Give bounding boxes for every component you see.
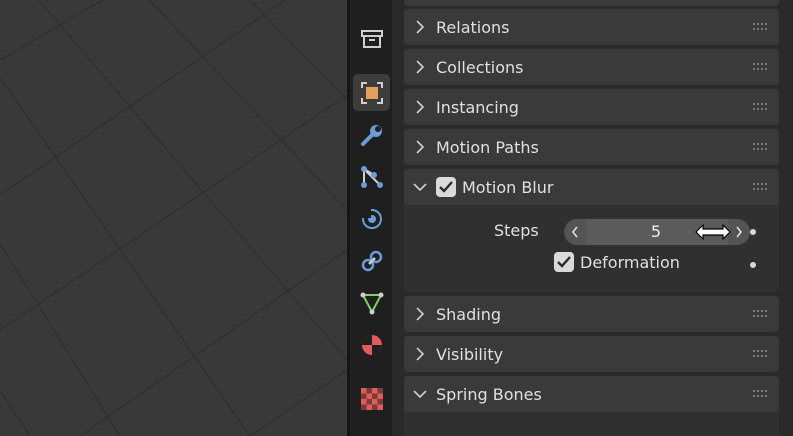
tab-object[interactable]: [353, 74, 390, 111]
deformation-toggle[interactable]: Deformation: [554, 252, 680, 272]
tab-modifiers[interactable]: [353, 116, 390, 153]
chevron-down-icon: [413, 183, 427, 192]
3d-viewport[interactable]: [0, 0, 347, 436]
constraint-icon: [361, 250, 382, 271]
wrench-icon: [360, 124, 382, 146]
tab-data[interactable]: [353, 284, 390, 321]
panel-title: Shading: [436, 304, 501, 324]
motion-blur-body: Steps 5 Deformation: [404, 205, 779, 292]
panel-motion-blur[interactable]: Motion Blur: [404, 169, 779, 205]
chevron-down-icon: [413, 390, 427, 399]
panel-spring-bones[interactable]: Spring Bones: [404, 376, 779, 412]
panel-title: Motion Paths: [436, 137, 539, 157]
archive-icon: [360, 29, 383, 48]
panel-collections[interactable]: Collections: [404, 49, 779, 85]
deformation-checkbox[interactable]: [554, 252, 574, 272]
viewport-grid: [0, 0, 347, 436]
drag-grip-icon[interactable]: [753, 183, 769, 191]
tab-particles[interactable]: [353, 158, 390, 195]
drag-grip-icon[interactable]: [753, 103, 769, 111]
tab-texture[interactable]: [353, 380, 390, 417]
panel-title: Instancing: [436, 97, 519, 117]
chevron-right-icon: [416, 100, 425, 114]
checkmark-icon: [439, 181, 453, 193]
drag-grip-icon[interactable]: [753, 350, 769, 358]
animate-property-dot[interactable]: [750, 262, 756, 268]
steps-field[interactable]: 5: [564, 219, 750, 245]
deformation-label: Deformation: [580, 252, 680, 272]
drag-grip-icon[interactable]: [753, 23, 769, 31]
tab-physics[interactable]: [353, 200, 390, 237]
spring-bones-body: [404, 413, 779, 436]
chevron-right-icon: [416, 347, 425, 361]
panel-title: Motion Blur: [462, 177, 554, 197]
chevron-right-icon: [416, 20, 425, 34]
panel-shading[interactable]: Shading: [404, 296, 779, 332]
particles-icon: [360, 165, 383, 188]
drag-grip-icon[interactable]: [753, 63, 769, 71]
panel-title: Visibility: [436, 344, 504, 364]
steps-label: Steps: [494, 221, 539, 240]
panel-title: Relations: [436, 17, 510, 37]
drag-grip-icon[interactable]: [753, 143, 769, 151]
chevron-right-icon: [416, 307, 425, 321]
chevron-right-icon: [416, 60, 425, 74]
tab-material[interactable]: [353, 326, 390, 363]
drag-grip-icon[interactable]: [753, 310, 769, 318]
properties-tabs: [350, 0, 392, 436]
panel-title: Collections: [436, 57, 524, 77]
scrollbar[interactable]: [784, 0, 790, 436]
panel-instancing[interactable]: Instancing: [404, 89, 779, 125]
motion-blur-checkbox[interactable]: [436, 177, 456, 197]
panel-above: [404, 0, 779, 6]
tab-tool[interactable]: [353, 20, 390, 57]
panel-relations[interactable]: Relations: [404, 9, 779, 45]
object-icon: [360, 81, 383, 104]
tab-constraints[interactable]: [353, 242, 390, 279]
drag-grip-icon[interactable]: [753, 390, 769, 398]
panel-motion-paths[interactable]: Motion Paths: [404, 129, 779, 165]
panel-title: Spring Bones: [436, 384, 542, 404]
properties-editor: Relations Collections Instancing Motion …: [392, 0, 793, 436]
chevron-right-icon: [416, 140, 425, 154]
checkmark-icon: [557, 256, 571, 268]
physics-icon: [359, 206, 382, 229]
texture-icon: [360, 387, 383, 410]
mesh-data-icon: [360, 292, 383, 314]
animate-property-dot[interactable]: [750, 229, 756, 235]
material-icon: [361, 334, 382, 355]
horizontal-resize-cursor-icon: [695, 224, 731, 240]
panel-visibility[interactable]: Visibility: [404, 336, 779, 372]
